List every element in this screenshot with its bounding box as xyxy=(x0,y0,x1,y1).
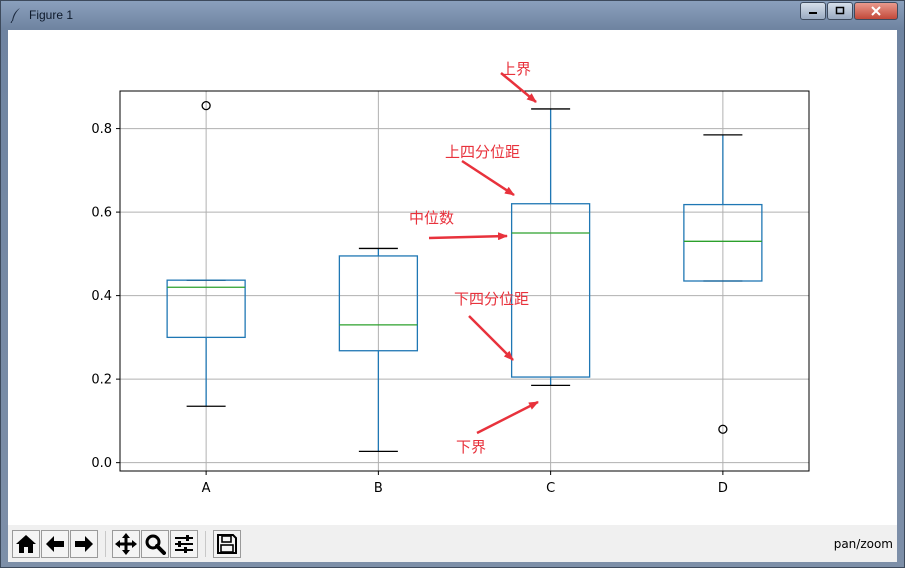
toolbar-separator xyxy=(105,531,106,557)
figure-window: Figure 1 0.0 0.2 0.4 0.6 0.8 A B C D 上界上四分位距中位数下… xyxy=(0,0,905,568)
annotation-label: 中位数 xyxy=(409,209,454,227)
annotation-label: 下界 xyxy=(456,438,486,456)
maximize-icon xyxy=(835,6,845,15)
figure-canvas[interactable]: 0.0 0.2 0.4 0.6 0.8 A B C D 上界上四分位距中位数下四分位距下界 xyxy=(8,30,897,525)
pan-button[interactable] xyxy=(112,530,140,558)
forward-button[interactable] xyxy=(70,530,98,558)
annotation-arrow xyxy=(461,159,515,197)
zoom-button[interactable] xyxy=(141,530,169,558)
toolbar-mode-label: pan/zoom xyxy=(833,537,893,551)
feather-icon xyxy=(10,8,20,23)
y-tick-label: 0.8 xyxy=(91,122,112,137)
annotation-3: 中位数 xyxy=(409,209,508,241)
annotation-label: 下四分位距 xyxy=(454,290,529,308)
close-button[interactable] xyxy=(854,2,898,20)
figure-client-area: 0.0 0.2 0.4 0.6 0.8 A B C D 上界上四分位距中位数下四分位距下界 xyxy=(8,30,897,562)
y-tick-label: 0.4 xyxy=(91,289,112,304)
x-tick-label: B xyxy=(374,481,383,496)
title-bar[interactable]: Figure 1 xyxy=(1,1,904,29)
floppy-disk-icon xyxy=(217,534,237,554)
maximize-button[interactable] xyxy=(827,2,853,20)
annotation-5: 下界 xyxy=(456,400,539,456)
arrow-right-icon xyxy=(75,536,93,552)
annotation-arrow xyxy=(476,400,539,435)
x-tick-label: D xyxy=(718,481,728,496)
magnifier-icon xyxy=(145,534,166,555)
back-button[interactable] xyxy=(41,530,69,558)
home-icon xyxy=(16,535,36,553)
move-icon xyxy=(115,533,137,555)
x-tick-label: A xyxy=(202,481,211,496)
minimize-icon xyxy=(809,12,817,14)
y-tick-label: 0.2 xyxy=(91,373,112,388)
navigation-toolbar: pan/zoom xyxy=(8,525,897,562)
annotation-label: 上界 xyxy=(501,60,531,78)
y-tick-label: 0.0 xyxy=(91,456,112,471)
annotation-arrow xyxy=(468,315,514,361)
save-button[interactable] xyxy=(213,530,241,558)
home-button[interactable] xyxy=(12,530,40,558)
annotation-arrow xyxy=(428,232,508,241)
sliders-icon xyxy=(175,535,193,553)
annotation-label: 上四分位距 xyxy=(445,143,520,161)
configure-subplots-button[interactable] xyxy=(170,530,198,558)
boxplot-chart: 0.0 0.2 0.4 0.6 0.8 A B C D 上界上四分位距中位数下四分位距下界 xyxy=(91,60,810,496)
minimize-button[interactable] xyxy=(800,2,826,20)
annotation-1: 上界 xyxy=(500,60,537,103)
x-tick-label: C xyxy=(546,481,555,496)
arrow-left-icon xyxy=(46,536,64,552)
close-icon xyxy=(871,6,881,16)
window-title: Figure 1 xyxy=(29,8,74,22)
annotation-4: 下四分位距 xyxy=(454,290,529,361)
toolbar-separator xyxy=(205,531,206,557)
annotation-2: 上四分位距 xyxy=(445,143,520,197)
y-tick-label: 0.6 xyxy=(91,206,112,221)
